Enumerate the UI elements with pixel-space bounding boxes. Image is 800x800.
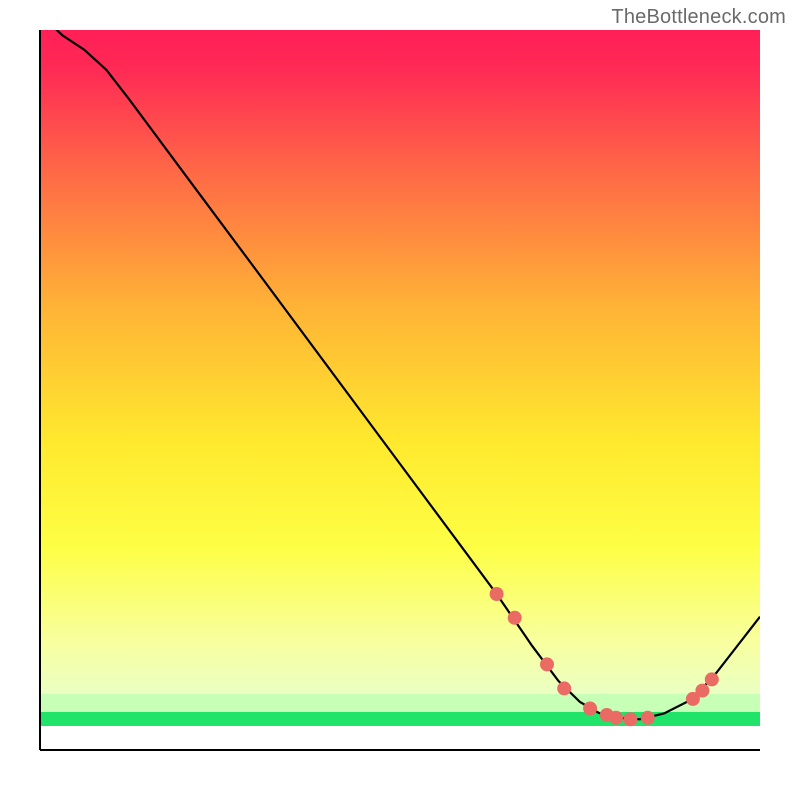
plot-background [40,30,760,750]
chart-container: TheBottleneck.com [0,0,800,800]
chart-svg [0,0,800,800]
